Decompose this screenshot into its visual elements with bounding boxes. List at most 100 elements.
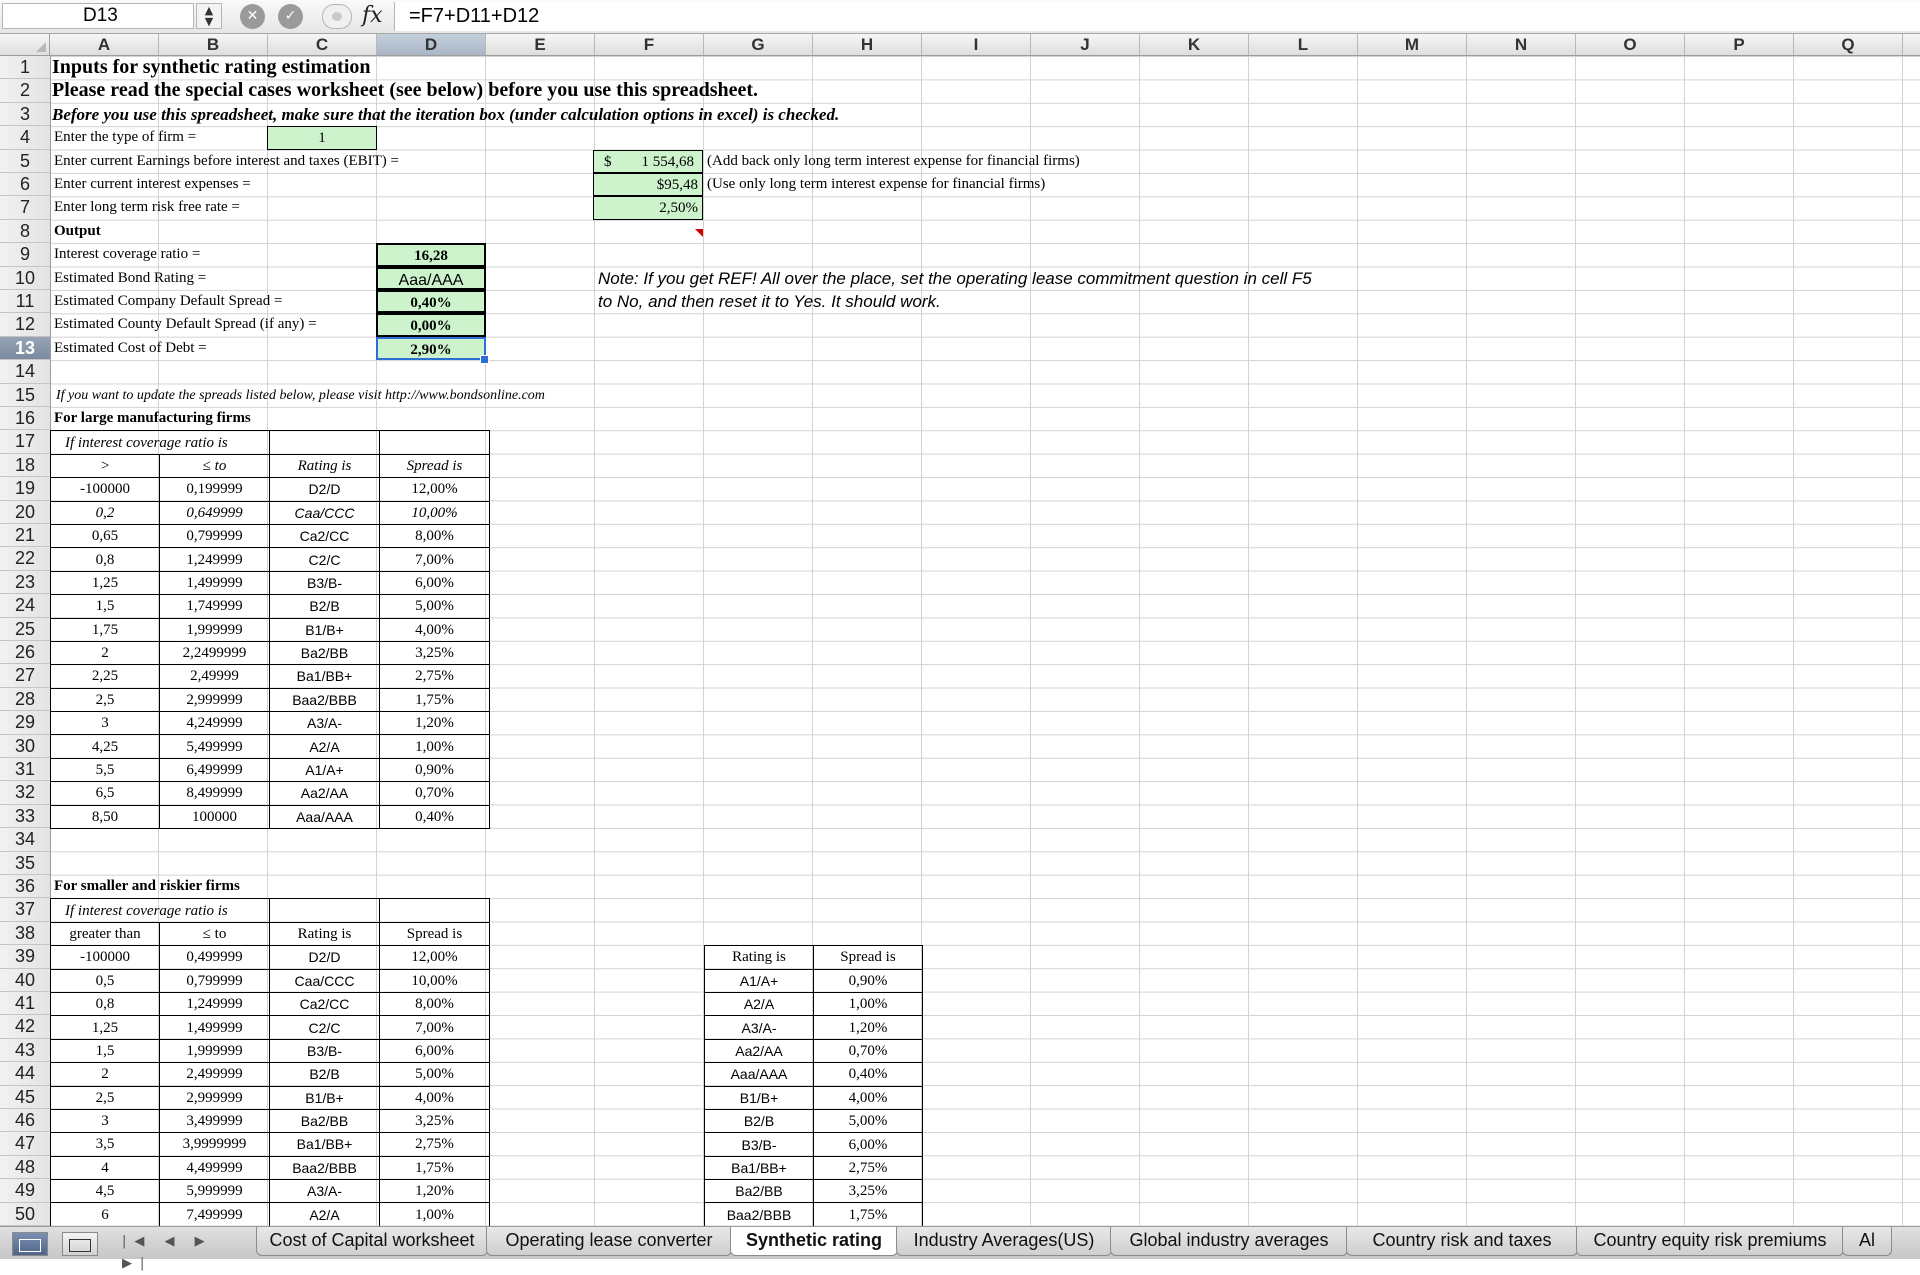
table-cell[interactable]: 3,25% xyxy=(379,640,490,666)
table-cell[interactable]: Caa/CCC xyxy=(269,500,380,525)
column-header-d[interactable]: D xyxy=(377,34,486,55)
table-cell[interactable]: 1,25 xyxy=(50,1015,160,1040)
row-header-21[interactable]: 21 xyxy=(0,524,50,548)
table-cell[interactable]: 1,20% xyxy=(379,711,490,736)
row-header-25[interactable]: 25 xyxy=(0,618,50,641)
table-cell[interactable]: 8,00% xyxy=(379,991,490,1017)
name-box-stepper-icon[interactable]: ▲ ▼ xyxy=(196,3,222,29)
company-spread-output[interactable]: 0,40% xyxy=(376,290,486,314)
row-header-5[interactable]: 5 xyxy=(0,150,50,173)
table-cell[interactable]: 6,00% xyxy=(379,1038,490,1064)
table-cell[interactable]: A1/A+ xyxy=(269,757,380,783)
table-cell[interactable]: 3,9999999 xyxy=(159,1132,270,1157)
column-header-j[interactable]: J xyxy=(1031,34,1140,55)
row-header-29[interactable]: 29 xyxy=(0,711,50,735)
column-header-n[interactable]: N xyxy=(1467,34,1576,55)
row-header-22[interactable]: 22 xyxy=(0,547,50,571)
table-cell[interactable]: 7,00% xyxy=(379,547,490,572)
table-cell[interactable]: B2/B xyxy=(269,1062,380,1087)
table-cell[interactable]: 4,00% xyxy=(379,1085,490,1110)
row-header-24[interactable]: 24 xyxy=(0,594,50,618)
table-cell[interactable]: 1,499999 xyxy=(159,570,270,596)
row-header-42[interactable]: 42 xyxy=(0,1015,50,1039)
riskfree-input[interactable]: 2,50% xyxy=(593,196,703,220)
table-cell[interactable]: B2/B xyxy=(704,1108,814,1134)
row-header-38[interactable]: 38 xyxy=(0,922,50,946)
table-cell[interactable]: B1/B+ xyxy=(269,617,380,642)
table-cell[interactable]: 0,90% xyxy=(379,757,490,783)
table-cell[interactable]: B2/B xyxy=(269,594,380,619)
sheet-nav-arrows-icon[interactable]: |◀ ◀ ▶ ▶| xyxy=(122,1231,222,1271)
table-cell[interactable]: 0,799999 xyxy=(159,968,270,993)
table-cell[interactable]: 2,75% xyxy=(813,1155,923,1181)
column-header-q[interactable]: Q xyxy=(1794,34,1903,55)
firm-type-input[interactable]: 1 xyxy=(267,126,377,150)
row-header-28[interactable]: 28 xyxy=(0,688,50,712)
table-cell[interactable]: 2,999999 xyxy=(159,687,270,713)
table-cell[interactable]: 1,75% xyxy=(813,1202,923,1226)
row-header-45[interactable]: 45 xyxy=(0,1086,50,1109)
row-header-32[interactable]: 32 xyxy=(0,781,50,805)
row-header-12[interactable]: 12 xyxy=(0,313,50,337)
table-cell[interactable]: 3,5 xyxy=(50,1132,160,1157)
table-cell[interactable]: Ba1/BB+ xyxy=(269,664,380,689)
table-cell[interactable]: Ba2/BB xyxy=(269,640,380,666)
column-header-a[interactable]: A xyxy=(50,34,159,55)
column-header-m[interactable]: M xyxy=(1358,34,1467,55)
row-header-23[interactable]: 23 xyxy=(0,571,50,595)
table-cell[interactable]: 5,999999 xyxy=(159,1179,270,1204)
column-header-g[interactable]: G xyxy=(704,34,813,55)
fill-handle-icon[interactable] xyxy=(480,355,489,364)
row-header-30[interactable]: 30 xyxy=(0,735,50,758)
row-header-33[interactable]: 33 xyxy=(0,805,50,829)
sheet-tab[interactable]: Synthetic rating xyxy=(730,1227,898,1256)
row-header-39[interactable]: 39 xyxy=(0,945,50,969)
table-cell[interactable]: 2,2499999 xyxy=(159,640,270,666)
interest-input[interactable]: $95,48 xyxy=(593,173,703,197)
rating-output[interactable]: Aaa/AAA xyxy=(376,266,486,290)
table-cell[interactable]: 2,75% xyxy=(379,664,490,689)
table-cell[interactable]: 4,5 xyxy=(50,1179,160,1204)
table-cell[interactable]: 8,50 xyxy=(50,804,160,830)
table-cell[interactable]: 6 xyxy=(50,1202,160,1226)
table-cell[interactable]: 1,249999 xyxy=(159,991,270,1017)
cancel-icon[interactable]: ✕ xyxy=(240,4,265,29)
table-cell[interactable]: Ca2/CC xyxy=(269,523,380,549)
column-header-o[interactable]: O xyxy=(1576,34,1685,55)
table-cell[interactable]: 0,799999 xyxy=(159,523,270,549)
table-cell[interactable]: 2,5 xyxy=(50,687,160,713)
sheet-tab[interactable]: Industry Averages(US) xyxy=(896,1227,1112,1256)
row-header-40[interactable]: 40 xyxy=(0,969,50,992)
table-cell[interactable]: 2 xyxy=(50,640,160,666)
table-cell[interactable]: Ba2/BB xyxy=(704,1179,814,1204)
table-cell[interactable]: 7,499999 xyxy=(159,1202,270,1226)
table-cell[interactable]: A2/A xyxy=(269,1202,380,1226)
table-cell[interactable]: 0,70% xyxy=(379,781,490,806)
column-header-k[interactable]: K xyxy=(1140,34,1249,55)
table-cell[interactable]: 2,499999 xyxy=(159,1062,270,1087)
table-cell[interactable]: 1,75% xyxy=(379,687,490,713)
table-cell[interactable]: 3 xyxy=(50,711,160,736)
table-cell[interactable]: 6,00% xyxy=(813,1132,923,1157)
sheet-tab[interactable]: Country equity risk premiums xyxy=(1576,1227,1844,1256)
table-cell[interactable]: 5,499999 xyxy=(159,734,270,759)
table-cell[interactable]: B1/B+ xyxy=(704,1085,814,1110)
table-cell[interactable]: 12,00% xyxy=(379,477,490,502)
column-header-p[interactable]: P xyxy=(1685,34,1794,55)
row-header-18[interactable]: 18 xyxy=(0,454,50,478)
table-cell[interactable]: Ba1/BB+ xyxy=(704,1155,814,1181)
row-header-2[interactable]: 2 xyxy=(0,79,50,103)
table-cell[interactable]: 1,999999 xyxy=(159,1038,270,1064)
table-cell[interactable]: 1,20% xyxy=(813,1015,923,1040)
select-all-corner[interactable] xyxy=(0,34,50,55)
table-cell[interactable]: 0,8 xyxy=(50,547,160,572)
table-cell[interactable]: 2 xyxy=(50,1062,160,1087)
table-cell[interactable]: A2/A xyxy=(269,734,380,759)
table-cell[interactable]: Ba1/BB+ xyxy=(269,1132,380,1157)
row-header-10[interactable]: 10 xyxy=(0,267,50,290)
sheet-tab[interactable]: Operating lease converter xyxy=(486,1227,732,1256)
table-cell[interactable]: 1,5 xyxy=(50,594,160,619)
table-cell[interactable]: Aaa/AAA xyxy=(704,1062,814,1087)
table-cell[interactable]: 7,00% xyxy=(379,1015,490,1040)
table-cell[interactable]: Ba2/BB xyxy=(269,1108,380,1134)
